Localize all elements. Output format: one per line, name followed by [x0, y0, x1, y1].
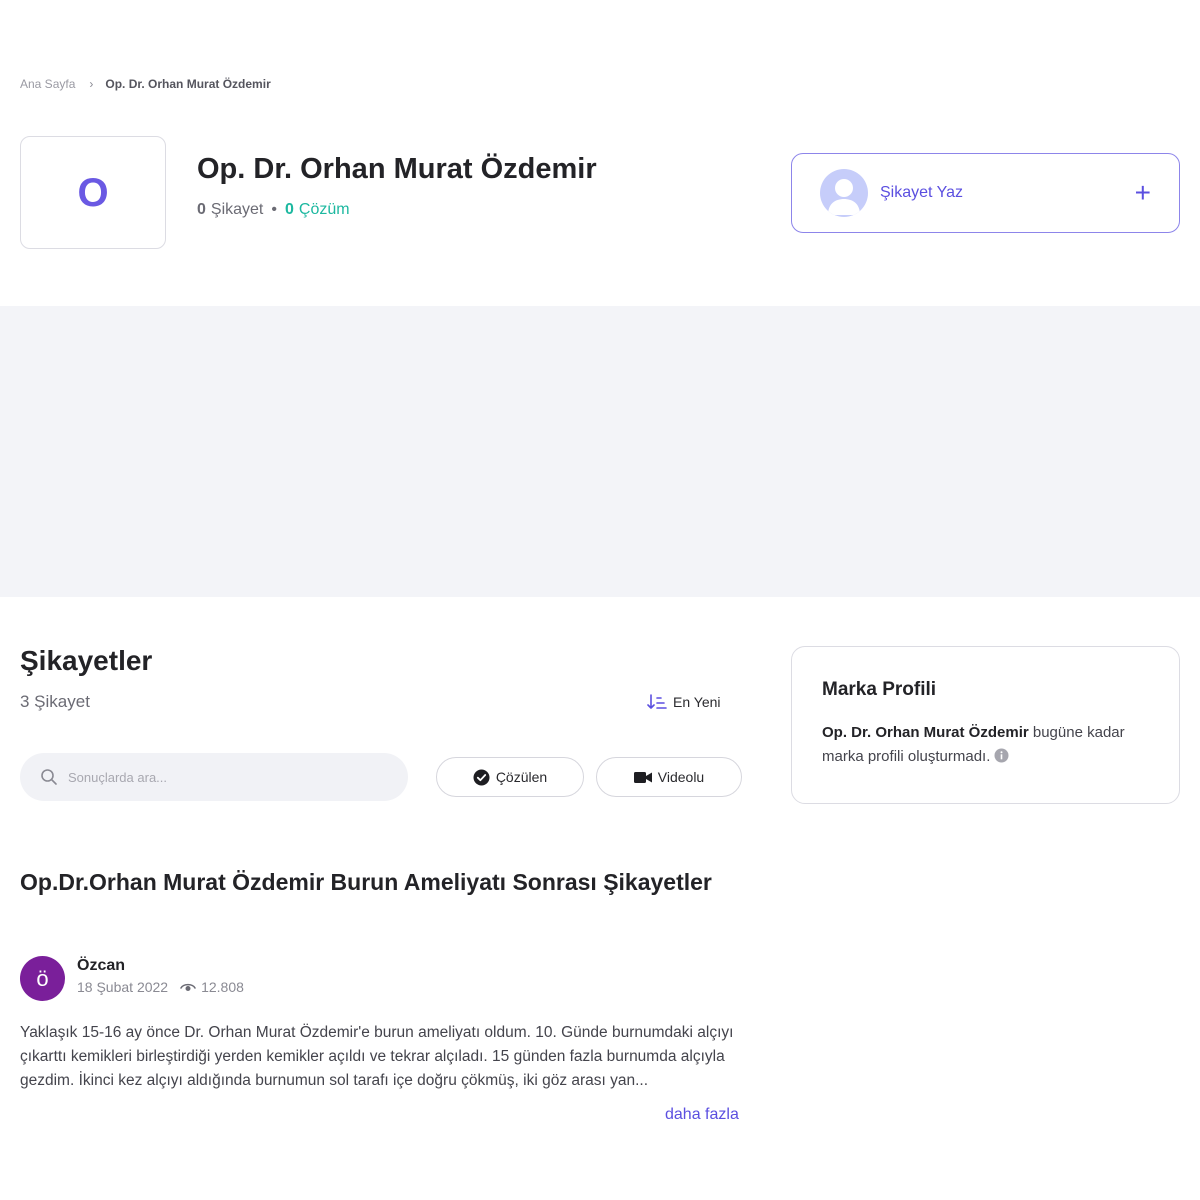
eye-icon [180, 983, 196, 991]
video-camera-icon [633, 771, 652, 783]
brand-profile-card: Marka Profili Op. Dr. Orhan Murat Özdemi… [791, 646, 1180, 804]
breadcrumb-home-link[interactable]: Ana Sayfa [20, 77, 75, 91]
brand-profile-text: Op. Dr. Orhan Murat Özdemir bugüne kadar… [822, 721, 1149, 771]
user-silhouette-icon [820, 169, 868, 217]
brand-logo: O [20, 136, 166, 249]
brand-stats: 0 Şikayet • 0 Çözüm [197, 201, 350, 219]
complaint-views: 12.808 [201, 979, 244, 995]
complaint-date: 18 Şubat 2022 [77, 979, 169, 995]
write-complaint-label: Şikayet Yaz [880, 184, 964, 201]
breadcrumb-current: Op. Dr. Orhan Murat Özdemir [105, 77, 271, 91]
complaint-body: Yaklaşık 15-16 ay önce Dr. Orhan Murat Ö… [20, 1024, 734, 1089]
complaint-count: 0 [197, 201, 206, 218]
complaint-count-label: Şikayet [210, 201, 264, 218]
solution-count-label: Çözüm [298, 201, 350, 218]
avatar: ö [20, 956, 65, 1001]
chevron-right-icon: › [89, 77, 94, 91]
sort-label: En Yeni [673, 694, 721, 710]
brand-title: Op. Dr. Orhan Murat Özdemir [197, 153, 597, 185]
filter-solved-label: Çözülen [495, 769, 548, 785]
complaints-count: 3 Şikayet [20, 692, 90, 711]
brand-profile-name: Op. Dr. Orhan Murat Özdemir [822, 724, 1029, 741]
brand-profile-title: Marka Profili [822, 679, 937, 700]
plus-icon: + [1134, 177, 1151, 208]
read-more-link[interactable]: daha fazla [665, 1106, 739, 1124]
complaints-section-title: Şikayetler [20, 645, 153, 676]
write-complaint-button[interactable]: Şikayet Yaz + [791, 153, 1180, 233]
solution-count: 0 [284, 201, 294, 218]
complaint-title-link[interactable]: Op.Dr.Orhan Murat Özdemir Burun Ameliyat… [20, 866, 720, 898]
ad-placeholder [0, 306, 1200, 597]
info-icon[interactable] [994, 747, 1009, 771]
check-circle-icon [473, 769, 490, 785]
complaint-author: Özcan [77, 957, 126, 974]
filter-video-label: Videolu [657, 769, 705, 785]
filter-solved-button[interactable]: Çözülen [436, 757, 584, 797]
sort-descending-icon [647, 694, 667, 709]
brand-logo-letter: O [77, 170, 109, 215]
search-box [20, 753, 408, 801]
stats-separator: • [271, 201, 277, 218]
complaint-meta: 18 Şubat 2022 12.808 [77, 979, 244, 995]
search-input[interactable] [68, 769, 368, 785]
search-icon [41, 769, 57, 785]
breadcrumb: Ana Sayfa › Op. Dr. Orhan Murat Özdemir [20, 77, 271, 91]
sort-button[interactable]: En Yeni [647, 694, 721, 710]
filter-video-button[interactable]: Videolu [596, 757, 742, 797]
